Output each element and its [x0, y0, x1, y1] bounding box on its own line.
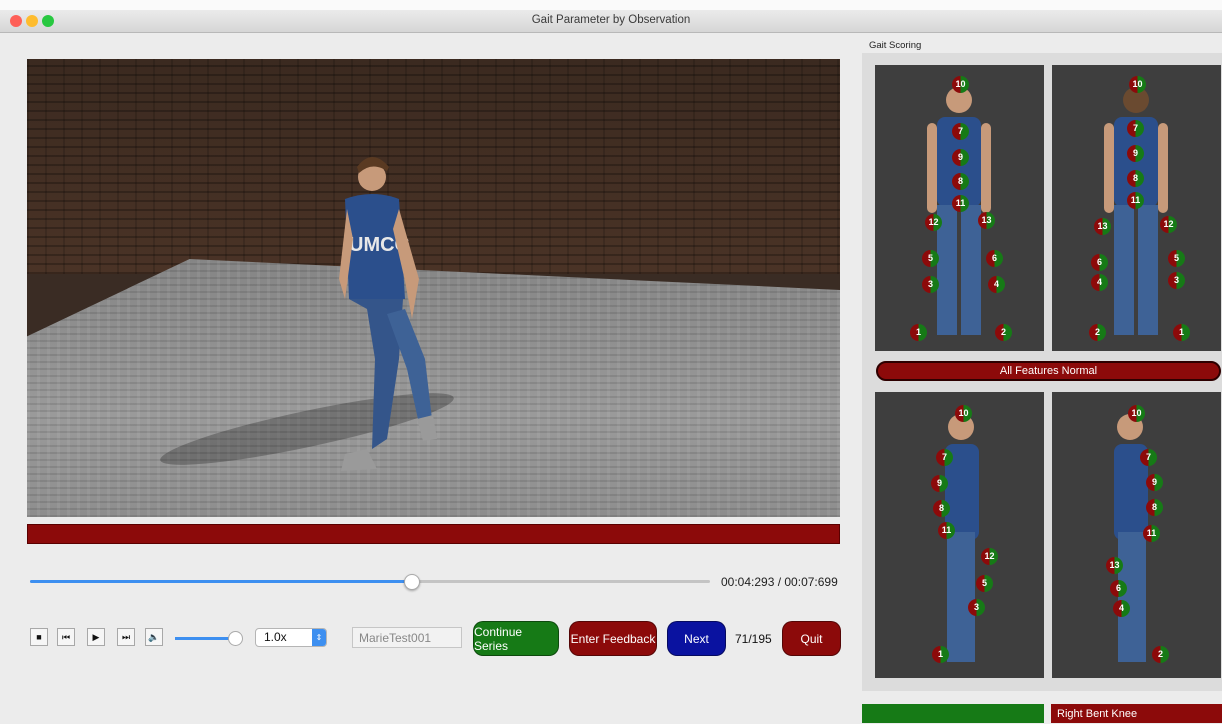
score-marker-back-1[interactable]: 1: [1173, 324, 1190, 341]
score-marker-left-3[interactable]: 3: [968, 599, 985, 616]
updown-chevron-icon: ⇕: [312, 629, 326, 646]
volume-level: [175, 637, 234, 640]
score-marker-front-10[interactable]: 10: [952, 76, 969, 93]
next-button[interactable]: Next: [667, 621, 726, 656]
score-marker-back-7[interactable]: 7: [1127, 120, 1144, 137]
score-marker-back-13[interactable]: 13: [1094, 218, 1111, 235]
score-marker-right-2[interactable]: 2: [1152, 646, 1169, 663]
walking-figure: UMCG: [160, 157, 454, 471]
right-figure: [1114, 414, 1148, 662]
left-side-view: [875, 392, 1044, 678]
score-marker-front-12[interactable]: 12: [925, 214, 942, 231]
gait-scoring-label: Gait Scoring: [869, 40, 922, 51]
score-marker-front-7[interactable]: 7: [952, 123, 969, 140]
score-marker-left-5[interactable]: 5: [976, 575, 993, 592]
score-marker-back-4[interactable]: 4: [1091, 274, 1108, 291]
speed-select[interactable]: 1.0x ⇕: [255, 628, 327, 647]
score-marker-back-12[interactable]: 12: [1160, 216, 1177, 233]
score-marker-right-7[interactable]: 7: [1140, 449, 1157, 466]
title-bar: Gait Parameter by Observation: [0, 10, 1222, 33]
skip-forward-icon: ⏭: [121, 631, 131, 642]
right-bent-knee-button[interactable]: Right Bent Knee: [1051, 704, 1222, 723]
feedback-bar: [27, 524, 840, 544]
score-marker-right-11[interactable]: 11: [1143, 525, 1160, 542]
enter-feedback-button[interactable]: Enter Feedback: [569, 621, 657, 656]
score-marker-back-8[interactable]: 8: [1127, 170, 1144, 187]
score-marker-right-8[interactable]: 8: [1146, 499, 1163, 516]
stop-button[interactable]: ■: [30, 628, 48, 646]
score-marker-front-6[interactable]: 6: [986, 250, 1003, 267]
score-marker-front-8[interactable]: 8: [952, 173, 969, 190]
volume-button[interactable]: 🔈: [145, 628, 163, 646]
score-marker-right-4[interactable]: 4: [1113, 600, 1130, 617]
speed-value: 1.0x: [264, 630, 287, 644]
window-title: Gait Parameter by Observation: [531, 14, 691, 26]
right-side-view: [1052, 392, 1221, 678]
score-marker-back-3[interactable]: 3: [1168, 272, 1185, 289]
play-icon: ▶: [92, 631, 100, 642]
score-marker-left-10[interactable]: 10: [955, 405, 972, 422]
score-marker-back-2[interactable]: 2: [1089, 324, 1106, 341]
stop-icon: ■: [36, 632, 42, 642]
volume-slider[interactable]: [175, 631, 243, 646]
score-marker-right-13[interactable]: 13: [1106, 557, 1123, 574]
seek-knob[interactable]: [403, 574, 420, 590]
bottom-green-button[interactable]: [862, 704, 1044, 723]
score-marker-back-9[interactable]: 9: [1127, 145, 1144, 162]
score-marker-left-12[interactable]: 12: [981, 548, 998, 565]
all-features-normal-button[interactable]: All Features Normal: [876, 361, 1221, 381]
top-strip: [0, 0, 1222, 10]
score-marker-front-5[interactable]: 5: [922, 250, 939, 267]
score-marker-front-9[interactable]: 9: [952, 149, 969, 166]
score-marker-front-4[interactable]: 4: [988, 276, 1005, 293]
score-marker-right-6[interactable]: 6: [1110, 580, 1127, 597]
score-marker-front-1[interactable]: 1: [910, 324, 927, 341]
progress-counter: 71/195: [735, 632, 772, 646]
skip-back-button[interactable]: ⏮: [57, 628, 75, 646]
score-marker-front-13[interactable]: 13: [978, 212, 995, 229]
play-button[interactable]: ▶: [87, 628, 105, 646]
left-figure: [945, 414, 979, 662]
time-display: 00:04:293 / 00:07:699: [721, 575, 838, 589]
score-marker-back-5[interactable]: 5: [1168, 250, 1185, 267]
score-marker-left-11[interactable]: 11: [938, 522, 955, 539]
score-marker-right-10[interactable]: 10: [1128, 405, 1145, 422]
score-marker-front-11[interactable]: 11: [952, 195, 969, 212]
quit-button[interactable]: Quit: [782, 621, 841, 656]
score-marker-left-9[interactable]: 9: [931, 475, 948, 492]
score-marker-left-1[interactable]: 1: [932, 646, 949, 663]
score-marker-back-10[interactable]: 10: [1129, 76, 1146, 93]
skip-forward-button[interactable]: ⏭: [117, 628, 135, 646]
score-marker-front-2[interactable]: 2: [995, 324, 1012, 341]
score-marker-right-9[interactable]: 9: [1146, 474, 1163, 491]
score-marker-back-6[interactable]: 6: [1091, 254, 1108, 271]
seek-slider[interactable]: [30, 574, 710, 590]
test-id-field[interactable]: MarieTest001: [352, 627, 462, 648]
volume-knob[interactable]: [227, 631, 243, 646]
score-marker-left-8[interactable]: 8: [933, 500, 950, 517]
score-marker-front-3[interactable]: 3: [922, 276, 939, 293]
volume-icon: 🔈: [148, 631, 160, 642]
seek-progress: [30, 580, 411, 583]
video-viewport[interactable]: UMCG: [27, 59, 840, 517]
score-marker-left-7[interactable]: 7: [936, 449, 953, 466]
skip-back-icon: ⏮: [61, 631, 71, 642]
score-marker-back-11[interactable]: 11: [1127, 192, 1144, 209]
continue-series-button[interactable]: Continue Series: [473, 621, 559, 656]
